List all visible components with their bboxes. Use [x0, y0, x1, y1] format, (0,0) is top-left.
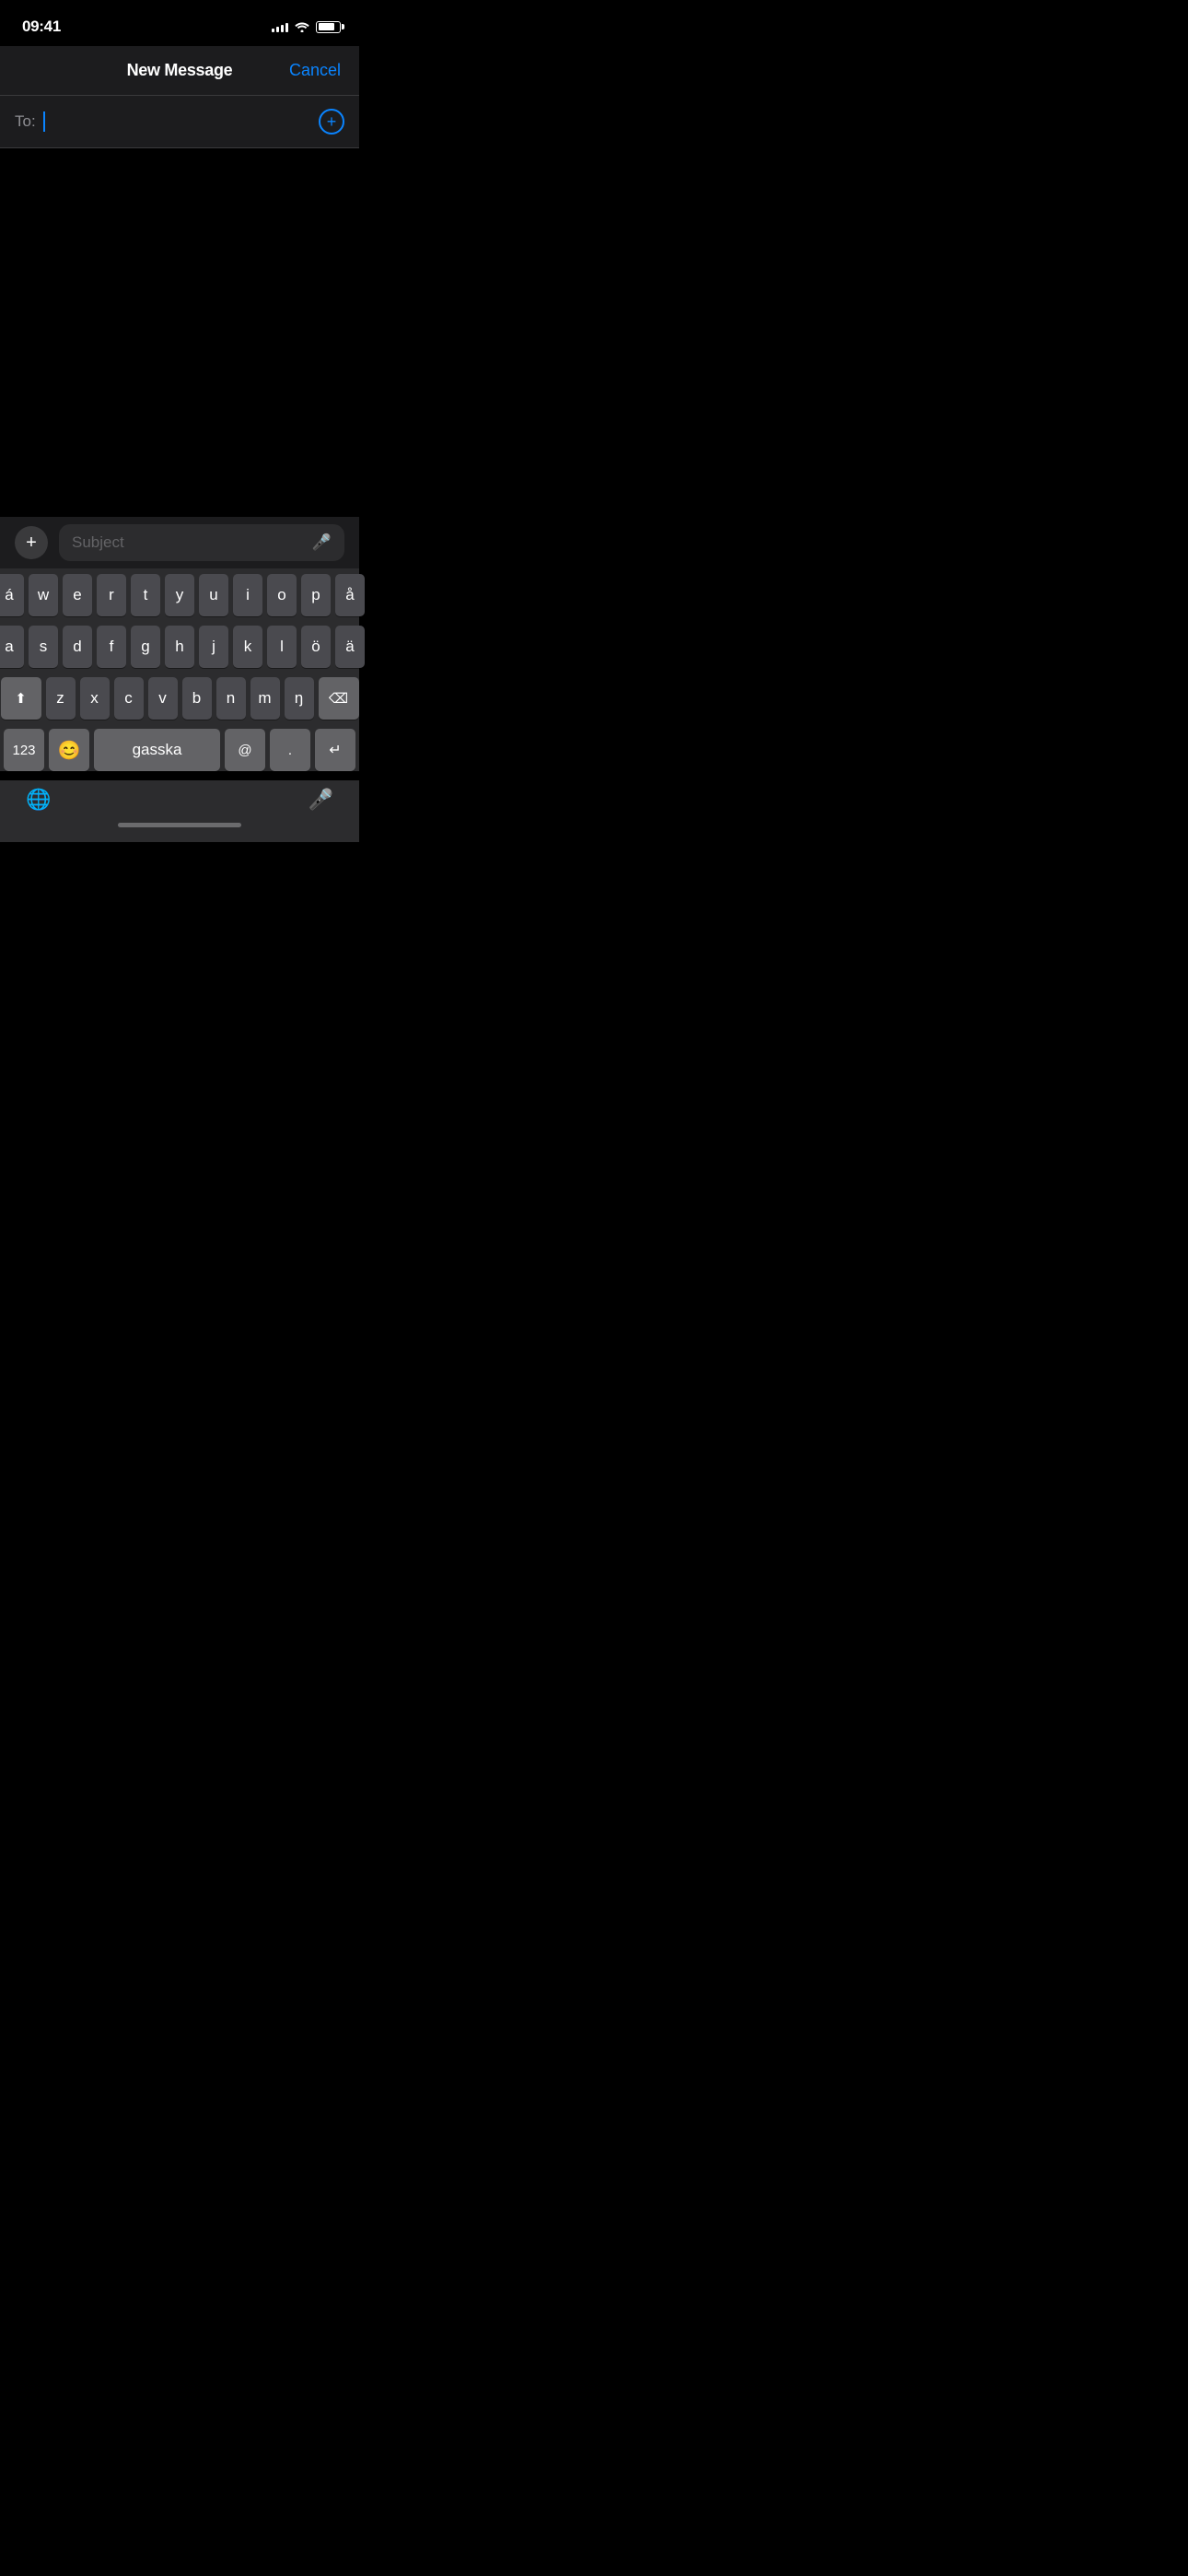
key-n[interactable]: n: [216, 677, 246, 720]
key-a-ring[interactable]: å: [335, 574, 365, 616]
wifi-icon: [295, 21, 309, 32]
nav-title: New Message: [127, 61, 233, 80]
status-bar: 09:41: [0, 0, 359, 46]
key-i[interactable]: i: [233, 574, 262, 616]
keyboard-row-4: 123 😊 gasska @ . ↵: [4, 729, 355, 771]
key-u[interactable]: u: [199, 574, 228, 616]
emoji-key[interactable]: 😊: [49, 729, 89, 771]
plus-icon: +: [26, 533, 37, 552]
key-h[interactable]: h: [165, 626, 194, 668]
cancel-button[interactable]: Cancel: [289, 61, 341, 80]
message-body-area[interactable]: [0, 148, 359, 517]
key-f[interactable]: f: [97, 626, 126, 668]
at-key[interactable]: @: [225, 729, 265, 771]
key-w[interactable]: w: [29, 574, 58, 616]
globe-icon[interactable]: 🌐: [26, 788, 51, 812]
key-y[interactable]: y: [165, 574, 194, 616]
home-indicator-area: [0, 815, 359, 842]
home-bar: [118, 823, 241, 827]
to-cursor: [43, 111, 45, 132]
to-field[interactable]: To: +: [0, 96, 359, 148]
nav-bar: New Message Cancel: [0, 46, 359, 96]
status-time: 09:41: [22, 18, 61, 36]
key-p[interactable]: p: [301, 574, 331, 616]
numbers-key[interactable]: 123: [4, 729, 44, 771]
key-b[interactable]: b: [182, 677, 212, 720]
key-v[interactable]: v: [148, 677, 178, 720]
key-a-umlaut[interactable]: ä: [335, 626, 365, 668]
key-x[interactable]: x: [80, 677, 110, 720]
status-icons: [272, 21, 341, 33]
key-s[interactable]: s: [29, 626, 58, 668]
key-k[interactable]: k: [233, 626, 262, 668]
keyboard-row-3: ⬆ z x c v b n m ŋ ⌫: [4, 677, 355, 720]
battery-icon: [316, 21, 341, 33]
key-o[interactable]: o: [267, 574, 297, 616]
toolbar-plus-button[interactable]: +: [15, 526, 48, 559]
bottom-system-bar: 🌐 🎤: [0, 780, 359, 815]
backspace-key[interactable]: ⌫: [319, 677, 359, 720]
add-recipient-button[interactable]: +: [319, 109, 344, 135]
key-a[interactable]: a: [0, 626, 24, 668]
key-r[interactable]: r: [97, 574, 126, 616]
plus-circle-icon: +: [327, 113, 337, 130]
key-l[interactable]: l: [267, 626, 297, 668]
key-a-acute[interactable]: á: [0, 574, 24, 616]
subject-placeholder: Subject: [72, 533, 124, 552]
key-t[interactable]: t: [131, 574, 160, 616]
key-z[interactable]: z: [46, 677, 76, 720]
key-o-umlaut[interactable]: ö: [301, 626, 331, 668]
signal-bars-icon: [272, 21, 288, 32]
keyboard-row-2: a s d f g h j k l ö ä: [4, 626, 355, 668]
subject-input[interactable]: Subject 🎤: [59, 524, 344, 561]
dictation-mic-icon[interactable]: 🎤: [309, 788, 333, 812]
space-key[interactable]: gasska: [94, 729, 220, 771]
dot-key[interactable]: .: [270, 729, 310, 771]
key-eng[interactable]: ŋ: [285, 677, 314, 720]
key-e[interactable]: e: [63, 574, 92, 616]
subject-mic-icon[interactable]: 🎤: [312, 533, 332, 552]
return-key[interactable]: ↵: [315, 729, 355, 771]
key-g[interactable]: g: [131, 626, 160, 668]
key-d[interactable]: d: [63, 626, 92, 668]
key-j[interactable]: j: [199, 626, 228, 668]
battery-fill: [319, 23, 335, 30]
to-label: To:: [15, 112, 36, 131]
key-m[interactable]: m: [250, 677, 280, 720]
keyboard[interactable]: á w e r t y u i o p å a s d f g h j k l …: [0, 568, 359, 771]
toolbar-area: + Subject 🎤: [0, 517, 359, 568]
shift-key[interactable]: ⬆: [1, 677, 41, 720]
keyboard-row-1: á w e r t y u i o p å: [4, 574, 355, 616]
key-c[interactable]: c: [114, 677, 144, 720]
